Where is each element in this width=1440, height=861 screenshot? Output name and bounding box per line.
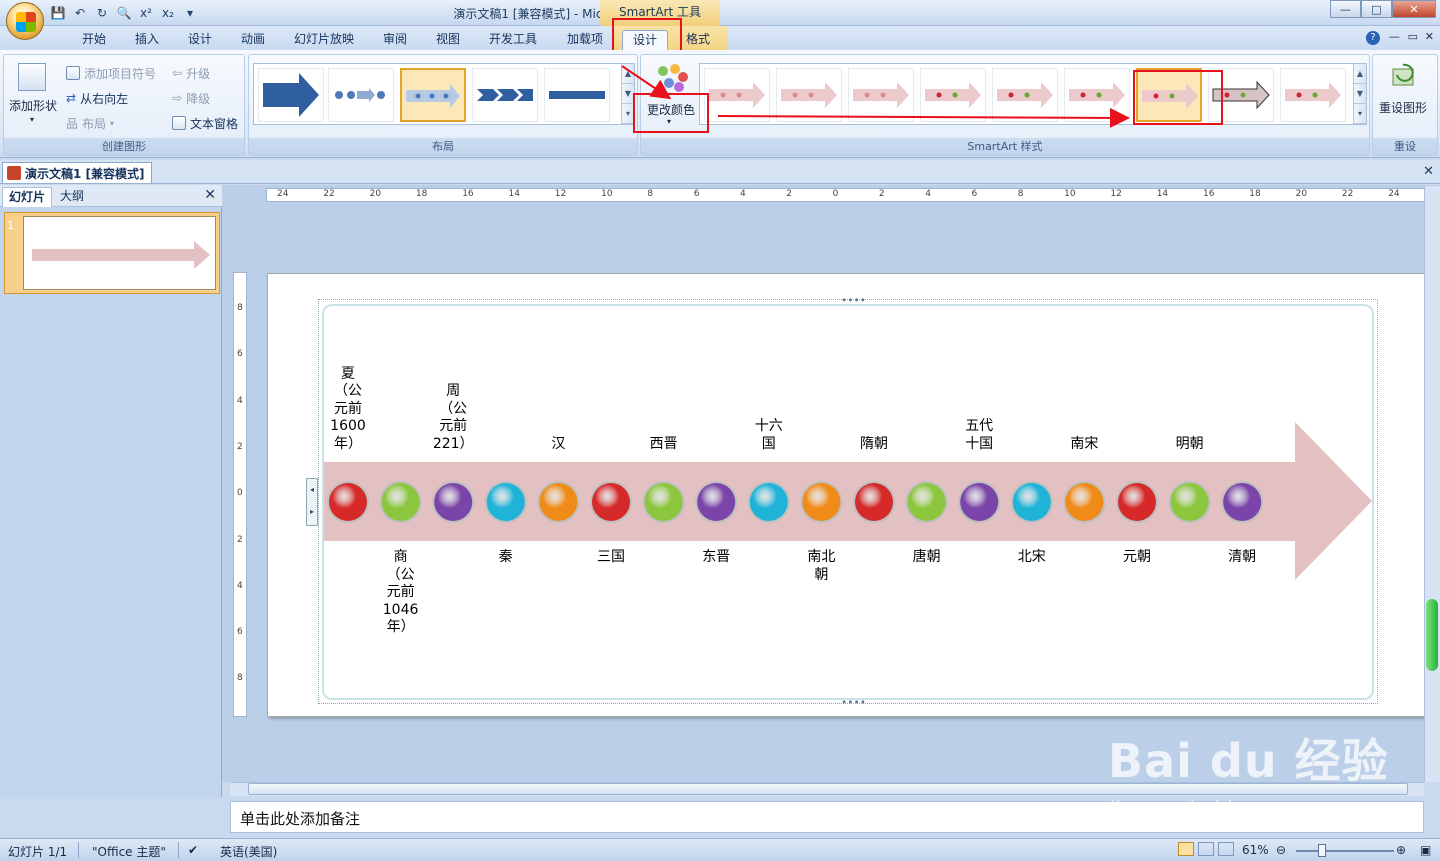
spellcheck-icon[interactable]: ✔ (188, 843, 198, 857)
timeline-node[interactable] (855, 483, 893, 521)
zoom-level[interactable]: 61% (1242, 843, 1269, 857)
timeline-node[interactable] (802, 483, 841, 521)
period-label-bottom[interactable]: 唐朝 (897, 549, 957, 567)
timeline-node[interactable] (1170, 483, 1209, 521)
period-label-line: （公 (334, 383, 362, 399)
period-label-line: 南宋 (1070, 435, 1099, 452)
timeline-node[interactable] (960, 483, 999, 521)
zoom-out-icon[interactable]: ⊖ (1276, 843, 1286, 857)
period-label-line: 北宋 (1017, 549, 1046, 565)
vertical-scrollbar[interactable] (1424, 186, 1440, 782)
period-label-line: 夏 (341, 365, 355, 382)
period-label-line: 西晋 (649, 435, 678, 452)
zoom-slider-thumb[interactable] (1318, 844, 1326, 857)
timeline-node[interactable] (749, 483, 788, 521)
period-label-top[interactable]: 明朝 (1160, 436, 1220, 454)
period-label-line: 221） (432, 435, 474, 452)
timeline-node[interactable] (907, 483, 946, 521)
scroll-position-indicator[interactable] (1426, 599, 1438, 671)
timeline-node[interactable] (329, 483, 367, 521)
period-label-bottom[interactable]: 北宋 (1002, 549, 1062, 567)
status-theme: "Office 主题" (92, 845, 166, 859)
period-label-line: 唐朝 (912, 549, 941, 565)
fit-to-window-icon[interactable]: ▣ (1420, 843, 1431, 857)
period-label-line: 隋朝 (860, 435, 888, 452)
timeline-node[interactable] (1223, 483, 1262, 521)
period-label-line: 东晋 (702, 549, 731, 565)
period-label-top[interactable]: 五代 十国 (949, 418, 1009, 453)
period-label-top[interactable]: 十六国 (739, 418, 799, 453)
period-label-line: 元朝 (1123, 549, 1151, 565)
office-logo-icon (16, 12, 36, 32)
slide-sorter-icon[interactable] (1198, 842, 1214, 856)
period-label-line: 汉 (551, 435, 566, 452)
timeline-node[interactable] (697, 483, 736, 521)
period-label-line: 商 (393, 549, 408, 565)
period-label-top[interactable]: 汉 (528, 436, 588, 454)
period-label-line: 周 (446, 383, 461, 399)
zoom-slider-track[interactable] (1296, 850, 1394, 852)
timeline-node[interactable] (539, 483, 578, 521)
office-button[interactable] (6, 2, 44, 40)
period-label-top[interactable]: 隋朝 (844, 436, 904, 454)
timeline-node[interactable] (592, 483, 630, 521)
view-buttons (1178, 842, 1234, 856)
period-label-top[interactable]: 南宋 (1054, 436, 1114, 454)
timeline-node[interactable] (1118, 483, 1156, 521)
period-label-line: 元前 (386, 584, 415, 600)
period-label-line: 十国 (965, 435, 994, 452)
period-label-line: 元前 (439, 418, 468, 434)
period-label-line: 国 (761, 435, 776, 452)
period-label-line: 南北 (807, 549, 836, 565)
status-separator (78, 842, 79, 858)
period-label-line: 清朝 (1228, 549, 1257, 565)
timeline-node[interactable] (381, 483, 420, 521)
timeline-node[interactable] (434, 483, 473, 521)
period-label-bottom[interactable]: 商（公 元前 1046 年） (371, 549, 431, 637)
period-label-bottom[interactable]: 元朝 (1107, 549, 1167, 567)
baidu-watermark: Bai du 经验 jingyan.baidu.com (1108, 705, 1408, 835)
normal-view-icon[interactable] (1178, 842, 1194, 856)
period-label-bottom[interactable]: 清朝 (1212, 549, 1272, 567)
period-label-line: 十六 (754, 418, 783, 434)
period-label-line: 1600 (330, 418, 366, 434)
period-label-line: 年） (386, 619, 415, 635)
period-label-line: 元前 (334, 400, 362, 417)
watermark-url: jingyan.baidu.com (1110, 797, 1295, 821)
period-label-line: 1046 (382, 601, 419, 618)
period-label-line: 朝 (814, 566, 829, 583)
period-label-line: 秦 (498, 549, 513, 565)
period-label-top[interactable]: 夏（公 元前 1600 年） (318, 366, 378, 454)
timeline-node[interactable] (1065, 483, 1104, 521)
period-label-line: （公 (439, 400, 468, 417)
period-label-line: （公 (386, 566, 415, 583)
slideshow-view-icon[interactable] (1218, 842, 1234, 856)
period-label-top[interactable]: 周（公 元前 221） (423, 383, 483, 453)
period-label-line: 三国 (597, 549, 625, 565)
period-label-top[interactable]: 西晋 (634, 436, 694, 454)
period-label-bottom[interactable]: 南北朝 (791, 549, 851, 584)
status-separator (178, 842, 179, 858)
timeline-node[interactable] (486, 483, 525, 521)
period-label-bottom[interactable]: 秦 (476, 549, 536, 567)
period-label-line: 明朝 (1175, 435, 1204, 452)
period-label-line: 五代 (965, 418, 994, 434)
status-slide-count: 幻灯片 1/1 (8, 845, 68, 859)
status-bar: 幻灯片 1/1 "Office 主题" ✔ 英语(美国) 61% ⊖ ⊕ ▣ (0, 838, 1440, 861)
period-label-bottom[interactable]: 东晋 (686, 549, 746, 567)
timeline-node[interactable] (644, 483, 683, 521)
timeline-node[interactable] (1012, 483, 1051, 521)
period-label-line: 年） (334, 435, 362, 452)
notes-placeholder: 单击此处添加备注 (240, 810, 361, 828)
status-language: 英语(美国) (220, 845, 278, 859)
watermark-logo: Bai du 经验 (1108, 734, 1389, 788)
period-label-bottom[interactable]: 三国 (581, 549, 641, 567)
zoom-in-icon[interactable]: ⊕ (1396, 843, 1406, 857)
